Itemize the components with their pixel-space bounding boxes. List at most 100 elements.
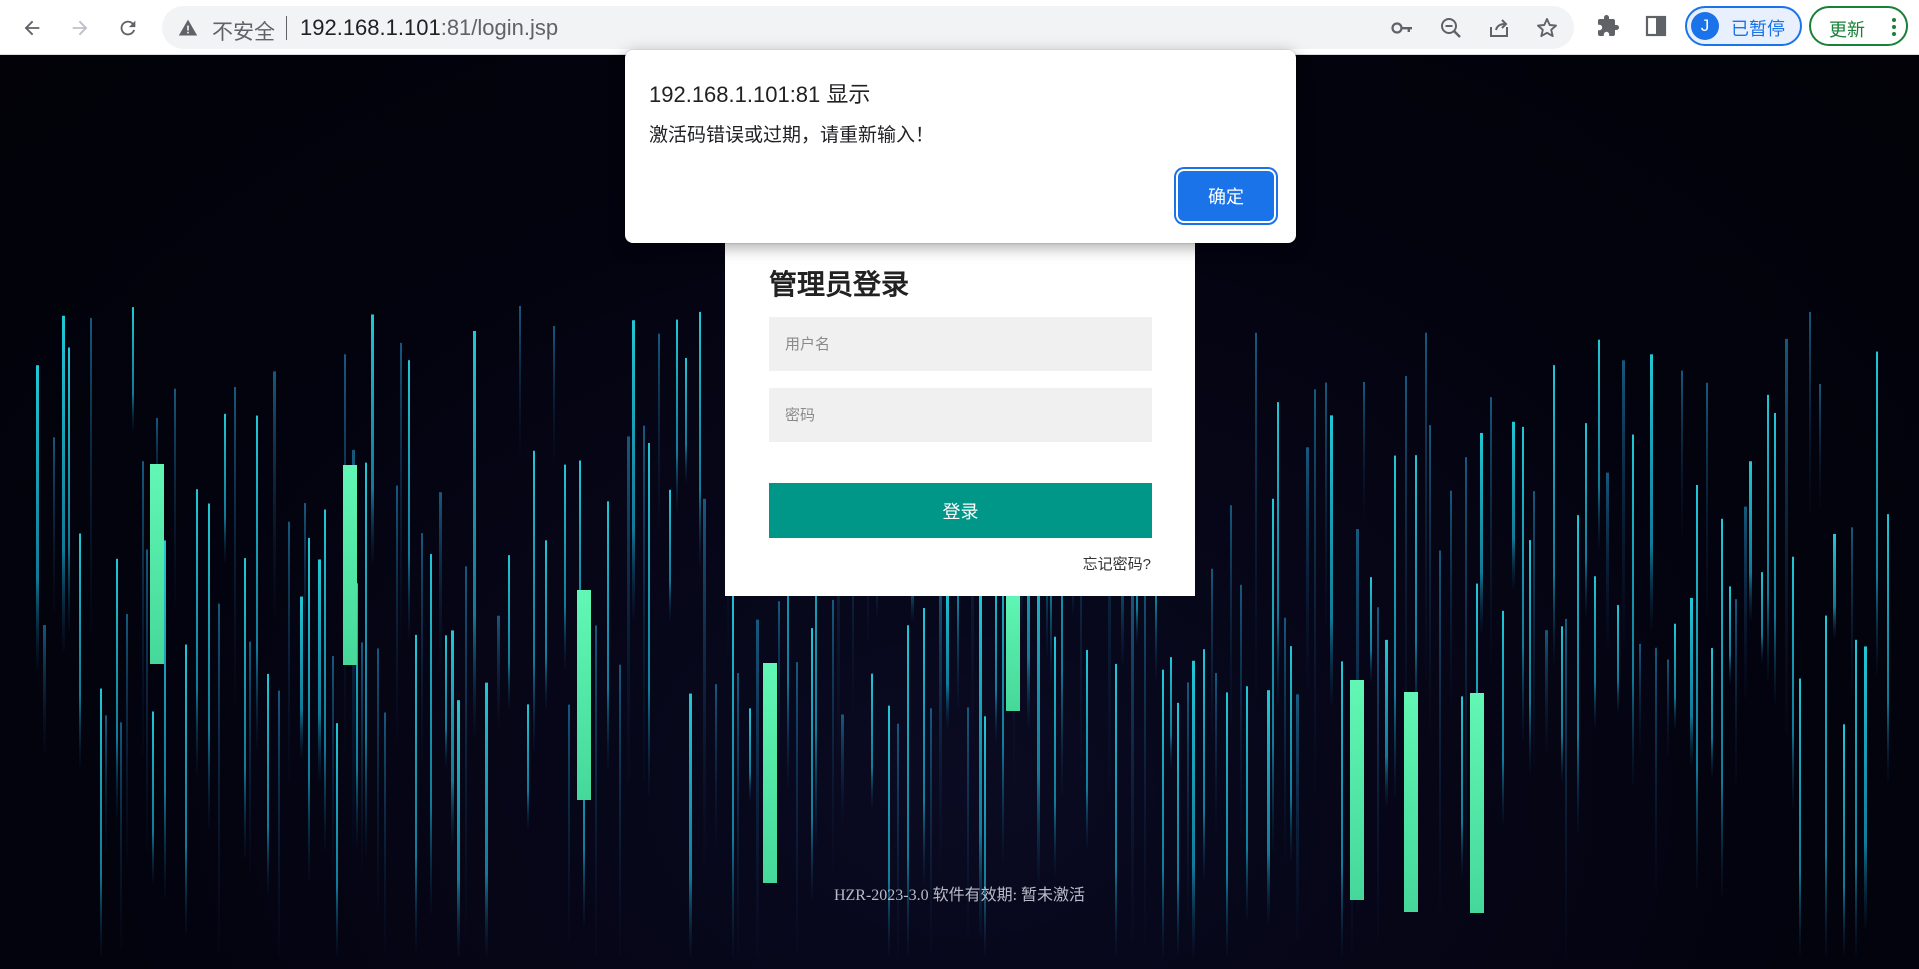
visualizer-bar bbox=[749, 708, 751, 801]
username-input[interactable] bbox=[769, 317, 1152, 371]
visualizer-bar bbox=[361, 642, 363, 872]
visualizer-bar bbox=[832, 599, 834, 872]
back-icon bbox=[24, 20, 40, 36]
visualizer-bar bbox=[146, 549, 148, 852]
visualizer-bar bbox=[1211, 568, 1213, 741]
visualizer-bar bbox=[1490, 397, 1492, 664]
visualizer-bar bbox=[256, 415, 258, 750]
visualizer-bar bbox=[1721, 518, 1723, 896]
visualizer-bar bbox=[1177, 702, 1179, 956]
login-title: 管理员登录 bbox=[769, 269, 910, 300]
visualizer-bar bbox=[1394, 455, 1396, 798]
zoom-out-icon[interactable] bbox=[1439, 16, 1463, 40]
update-button[interactable]: 更新 bbox=[1809, 6, 1908, 46]
password-input[interactable] bbox=[769, 388, 1152, 442]
visualizer-bar bbox=[1767, 394, 1769, 680]
visualizer-bar bbox=[288, 521, 290, 782]
visualizer-bar bbox=[408, 360, 410, 640]
visualizer-bar bbox=[208, 503, 210, 828]
url-text[interactable]: 192.168.1.101:81/login.jsp bbox=[300, 15, 558, 41]
visualizer-bar bbox=[1809, 311, 1811, 514]
profile-button[interactable]: J 已暂停 bbox=[1685, 6, 1802, 46]
url-path: :81/login.jsp bbox=[440, 15, 559, 40]
visualizer-bar bbox=[396, 485, 398, 741]
visualizer-bar bbox=[1617, 605, 1619, 713]
security-status[interactable]: 不安全 bbox=[212, 16, 275, 46]
visualizer-bar bbox=[332, 655, 334, 878]
visualizer-bar bbox=[1512, 421, 1515, 589]
visualizer-bar bbox=[841, 714, 844, 824]
side-panel-icon[interactable] bbox=[1644, 14, 1668, 38]
license-status: HZR-2023-3.0 软件有效期: 暂未激活 bbox=[833, 887, 1086, 904]
forgot-password-link[interactable]: 忘记密码? bbox=[1083, 553, 1151, 574]
visualizer-bar bbox=[1553, 365, 1555, 665]
forward-icon bbox=[72, 20, 88, 36]
visualizer-bar bbox=[457, 700, 460, 956]
visualizer-bar bbox=[595, 625, 597, 956]
visualizer-bar bbox=[164, 540, 166, 898]
visualizer-bar bbox=[1887, 514, 1889, 781]
visualizer-bar bbox=[737, 673, 739, 952]
profile-status: 已暂停 bbox=[1731, 19, 1785, 39]
visualizer-bar bbox=[152, 711, 154, 884]
share-icon[interactable] bbox=[1487, 16, 1511, 40]
visualizer-bar bbox=[451, 630, 454, 845]
visualizer-bar bbox=[1450, 490, 1452, 706]
visualizer-bar bbox=[897, 723, 899, 956]
extensions-icon[interactable] bbox=[1596, 14, 1620, 38]
star-icon[interactable] bbox=[1535, 16, 1559, 40]
visualizer-bar bbox=[1650, 354, 1653, 629]
forward-button[interactable] bbox=[64, 12, 96, 44]
visualizer-bar bbox=[658, 333, 660, 532]
visualizer-bar bbox=[445, 635, 447, 768]
visualizer-bar bbox=[1667, 659, 1669, 758]
visualizer-bar bbox=[249, 641, 251, 874]
visualizer-bar bbox=[1480, 432, 1483, 632]
visualizer-bar bbox=[53, 437, 55, 614]
visualizer-bar bbox=[1192, 660, 1195, 956]
visualizer-block bbox=[1006, 591, 1020, 711]
visualizer-bar bbox=[1833, 533, 1836, 639]
visualizer-bar bbox=[1502, 610, 1504, 825]
visualizer-bar bbox=[1774, 412, 1776, 704]
visualizer-bar bbox=[36, 365, 39, 671]
visualizer-bar bbox=[715, 684, 717, 848]
visualizer-bar bbox=[365, 462, 367, 856]
back-button[interactable] bbox=[16, 12, 48, 44]
reload-button[interactable] bbox=[112, 12, 144, 44]
visualizer-bar bbox=[1272, 498, 1274, 851]
avatar: J bbox=[1691, 12, 1719, 40]
visualizer-bar bbox=[439, 492, 442, 670]
visualizer-bar bbox=[1711, 648, 1713, 778]
visualizer-bar bbox=[1115, 663, 1117, 956]
visualizer-bar bbox=[421, 533, 423, 772]
visualizer-bar bbox=[1749, 461, 1752, 621]
update-label: 更新 bbox=[1829, 20, 1865, 40]
dialog-message: 激活码错误或过期，请重新输入！ bbox=[649, 125, 935, 146]
visualizer-bar bbox=[545, 540, 547, 709]
visualizer-bar bbox=[811, 628, 813, 901]
visualizer-bar bbox=[995, 570, 997, 743]
visualizer-bar bbox=[669, 489, 671, 621]
login-button[interactable]: 登录 bbox=[769, 483, 1152, 538]
visualizer-bar bbox=[1729, 586, 1731, 685]
visualizer-bar bbox=[1696, 484, 1698, 889]
visualizer-bar bbox=[400, 342, 402, 643]
visualizer-bar bbox=[174, 388, 176, 608]
visualizer-bar bbox=[1461, 696, 1463, 877]
visualizer-bar bbox=[1577, 515, 1579, 833]
visualizer-bar bbox=[1284, 617, 1286, 860]
visualizer-bar bbox=[79, 533, 81, 767]
address-bar[interactable]: 不安全 192.168.1.101:81/login.jsp bbox=[162, 6, 1574, 49]
visualizer-bar bbox=[1240, 584, 1242, 835]
visualizer-bar bbox=[308, 537, 310, 881]
visualizer-bar bbox=[643, 425, 645, 781]
visualizer-bar bbox=[1330, 415, 1333, 706]
visualizer-bar bbox=[1363, 382, 1365, 520]
visualizer-bar bbox=[132, 307, 134, 432]
ok-button[interactable]: 确定 bbox=[1178, 171, 1274, 221]
visualizer-bar bbox=[1405, 376, 1407, 743]
visualizer-bar bbox=[1465, 457, 1467, 875]
key-icon[interactable] bbox=[1390, 16, 1414, 40]
visualizer-bar bbox=[1529, 540, 1531, 773]
